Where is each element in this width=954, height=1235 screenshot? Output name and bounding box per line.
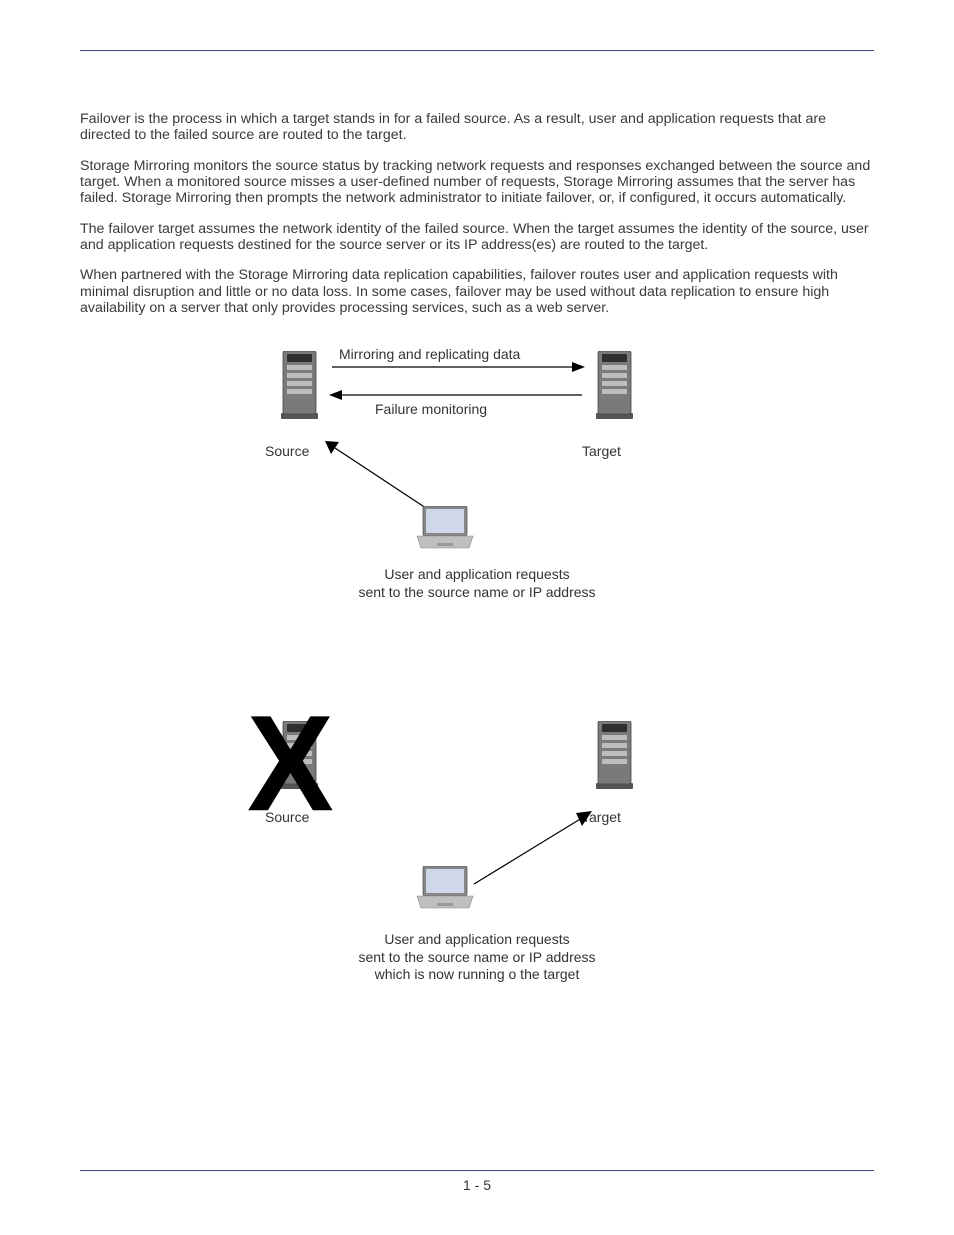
target-server-icon	[592, 351, 637, 421]
arrow-request-target-icon	[462, 806, 602, 891]
target-server-active-icon	[592, 721, 637, 791]
top-rule	[80, 50, 874, 51]
label-target: Target	[582, 443, 621, 459]
para-1: Failover is the process in which a targe…	[80, 111, 874, 144]
laptop-icon	[415, 506, 475, 552]
label-monitoring: Failure monitoring	[375, 401, 487, 417]
para-3: The failover target assumes the network …	[80, 221, 874, 254]
failed-x-icon: X	[247, 709, 334, 818]
caption-after-l2: sent to the source name or IP address	[358, 949, 595, 965]
arrow-mirror-icon	[327, 361, 587, 373]
body-text: Failover is the process in which a targe…	[80, 111, 874, 316]
label-source: Source	[265, 443, 309, 459]
label-mirroring: Mirroring and replicating data	[339, 346, 520, 362]
diagram-before-failover: Mirroring and replicating data Failure m…	[267, 341, 687, 631]
caption-after-l3: which is now running o the target	[375, 966, 580, 982]
source-server-icon	[277, 351, 322, 421]
caption-before-l1: User and application requests	[384, 566, 569, 582]
caption-before: User and application requests sent to th…	[267, 566, 687, 601]
caption-after-l1: User and application requests	[384, 931, 569, 947]
page-number: 1 - 5	[80, 1177, 874, 1193]
arrow-monitor-icon	[327, 389, 587, 401]
caption-before-l2: sent to the source name or IP address	[358, 584, 595, 600]
caption-after: User and application requests sent to th…	[267, 931, 687, 984]
bottom-rule	[80, 1170, 874, 1171]
para-4: When partnered with the Storage Mirrorin…	[80, 267, 874, 316]
laptop-icon-2	[415, 866, 475, 912]
diagram-after-failover: X Source Target User and application req…	[267, 691, 687, 1021]
para-2: Storage Mirroring monitors the source st…	[80, 158, 874, 207]
label-source-2: Source	[265, 809, 309, 825]
